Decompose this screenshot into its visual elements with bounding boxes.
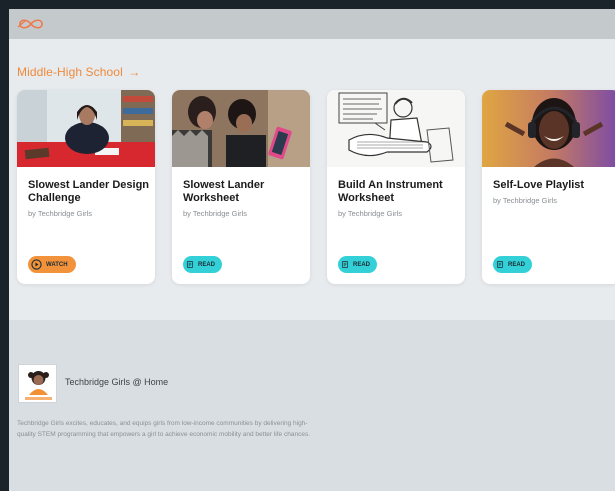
card-author: by Techbridge Girls [493, 196, 558, 205]
document-icon [341, 261, 349, 268]
section-title: Middle-High School [17, 65, 123, 79]
read-button[interactable]: READ [183, 256, 222, 273]
section-heading-link[interactable]: Middle-High School → [17, 65, 140, 79]
card-author: by Techbridge Girls [183, 209, 248, 218]
photo-thumbnail[interactable] [172, 90, 310, 167]
read-button[interactable]: READ [493, 256, 532, 273]
card-title[interactable]: Self-Love Playlist [493, 179, 615, 192]
browser-viewport: Middle-High School → Slowest Lander Desi… [9, 9, 615, 491]
document-icon [186, 261, 194, 268]
photo-thumbnail[interactable] [482, 90, 615, 167]
watch-button[interactable]: WATCH [28, 256, 76, 273]
document-icon [496, 261, 504, 268]
read-button-label: READ [352, 261, 370, 268]
card-author: by Techbridge Girls [28, 209, 93, 218]
girl-avatar-icon [19, 365, 56, 402]
card-title[interactable]: Slowest Lander Worksheet [183, 179, 305, 205]
card-title[interactable]: Slowest Lander Design Challenge [28, 179, 150, 205]
site-header [9, 9, 615, 39]
illustration-thumbnail[interactable] [327, 90, 465, 167]
video-thumbnail[interactable] [17, 90, 155, 167]
card-title[interactable]: Build An Instrument Worksheet [338, 179, 460, 205]
org-logo[interactable] [18, 364, 57, 403]
watch-button-label: WATCH [46, 261, 68, 268]
infinity-brand-logo-icon[interactable] [16, 17, 46, 31]
read-button-label: READ [507, 261, 525, 268]
resource-card[interactable]: Self-Love Playlist by Techbridge Girls R… [482, 90, 615, 284]
org-name: Techbridge Girls @ Home [65, 377, 169, 387]
arrow-right-icon: → [128, 65, 141, 79]
card-author: by Techbridge Girls [338, 209, 403, 218]
resource-card[interactable]: Slowest Lander Worksheet by Techbridge G… [172, 90, 310, 284]
resource-card[interactable]: Slowest Lander Design Challenge by Techb… [17, 90, 155, 284]
read-button-label: READ [197, 261, 215, 268]
read-button[interactable]: READ [338, 256, 377, 273]
play-circle-icon [31, 259, 42, 270]
resource-card[interactable]: Build An Instrument Worksheet by Techbri… [327, 90, 465, 284]
org-description: Techbridge Girls excites, educates, and … [17, 420, 310, 438]
site-footer [9, 320, 615, 491]
